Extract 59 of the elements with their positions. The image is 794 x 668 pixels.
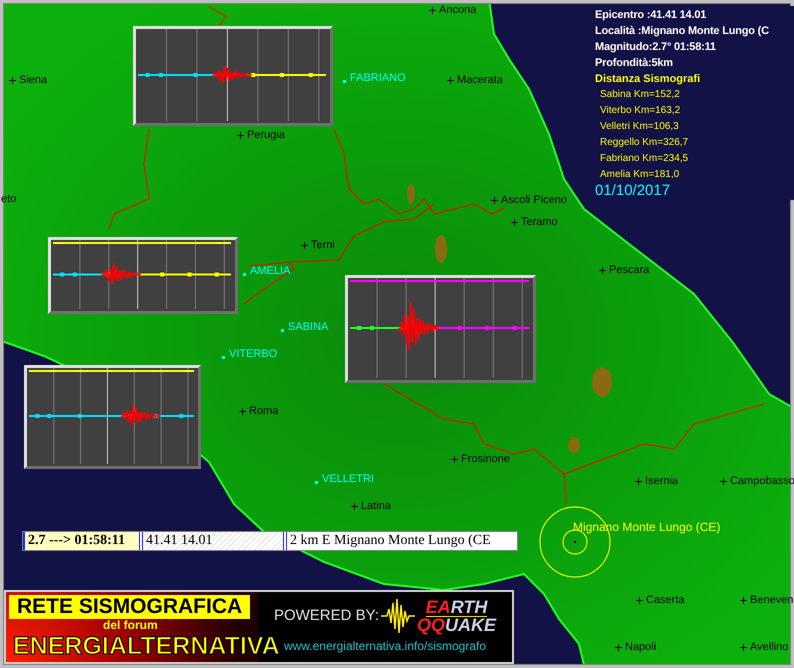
seismic-wave-icon: [381, 597, 415, 635]
distance-title: Distanza Sismografi: [595, 72, 702, 87]
distance-line: Reggello Km=326,7: [599, 136, 690, 150]
city-label: Isernia: [645, 474, 678, 488]
city-label: Caserta: [646, 593, 685, 607]
station-label: VITERBO: [229, 347, 278, 361]
city-marker-icon: [511, 218, 518, 226]
city-label: Macerata: [457, 73, 503, 87]
city-marker-icon: [636, 596, 643, 604]
city-label: Terni: [311, 238, 335, 252]
station-label: FABRIANO: [350, 71, 406, 85]
city-marker-icon: [301, 242, 308, 248]
logo-text: EARTH QQUAKE: [417, 598, 496, 634]
distance-line: Sabina Km=152,2: [599, 88, 681, 102]
city-marker-icon: [599, 266, 606, 274]
city-label: Pescara: [609, 263, 650, 277]
city-marker-icon: [451, 456, 458, 462]
info-line: Località :Mignano Monte Lungo (C: [595, 24, 770, 39]
city-label: Avellino: [750, 640, 788, 654]
city-label: Frosinone: [461, 452, 510, 466]
date-label: 01/10/2017: [595, 183, 672, 198]
info-line: Magnitudo:2.7° 01:58:11: [595, 40, 717, 55]
city-marker-icon: [351, 502, 358, 510]
city-marker-icon: [635, 478, 642, 484]
station-label: AMELIA: [250, 264, 290, 278]
info-line: Epicentro :41.41 14.01: [595, 8, 708, 23]
city-marker-icon: [239, 408, 246, 414]
city-label: Perugia: [247, 128, 285, 142]
city-label: Siena: [19, 73, 48, 87]
coordinates-field: 41.41 14.01: [139, 532, 283, 550]
city-marker-icon: [237, 132, 244, 138]
city-label: Latina: [361, 499, 391, 513]
powered-by-label: POWERED BY:: [274, 607, 379, 625]
city-label: Ascoli Piceno: [501, 193, 568, 207]
distance-line: Viterbo Km=163,2: [599, 104, 682, 118]
city-label: Napoli: [625, 640, 656, 654]
distance-line: Fabriano Km=234,5: [599, 152, 690, 166]
info-line: Profondità:5km: [595, 56, 674, 71]
city-marker-icon: [740, 644, 747, 650]
city-label: Ancona: [439, 3, 476, 17]
banner-name: ENERGIALTERNATIVA: [13, 632, 280, 660]
city-marker-icon: [447, 76, 454, 84]
city-label: Roma: [249, 404, 278, 418]
city-label: Teramo: [521, 215, 558, 229]
city-marker-icon: [720, 478, 727, 484]
city-marker-icon: [615, 644, 622, 650]
station-label: VELLETRI: [322, 472, 374, 486]
event-field: 2.7 ---> 01:58:11: [23, 532, 139, 550]
city-marker-icon: [429, 6, 436, 14]
station-label: SABINA: [288, 320, 328, 334]
website-link[interactable]: www.energialternativa.info/sismografo: [284, 639, 486, 653]
city-marker-icon: [740, 596, 747, 604]
city-marker-icon: [491, 196, 498, 204]
distance-line: Amelia Km=181,0: [599, 168, 680, 182]
city-marker-icon: [9, 76, 16, 84]
banner-title: RETE SISMOGRAFICA: [9, 595, 250, 619]
distance-line: Velletri Km=106,3: [599, 120, 680, 134]
banner-subtitle: del forum: [103, 619, 158, 632]
location-field: 2 km E Mignano Monte Lungo (CE: [283, 532, 517, 550]
